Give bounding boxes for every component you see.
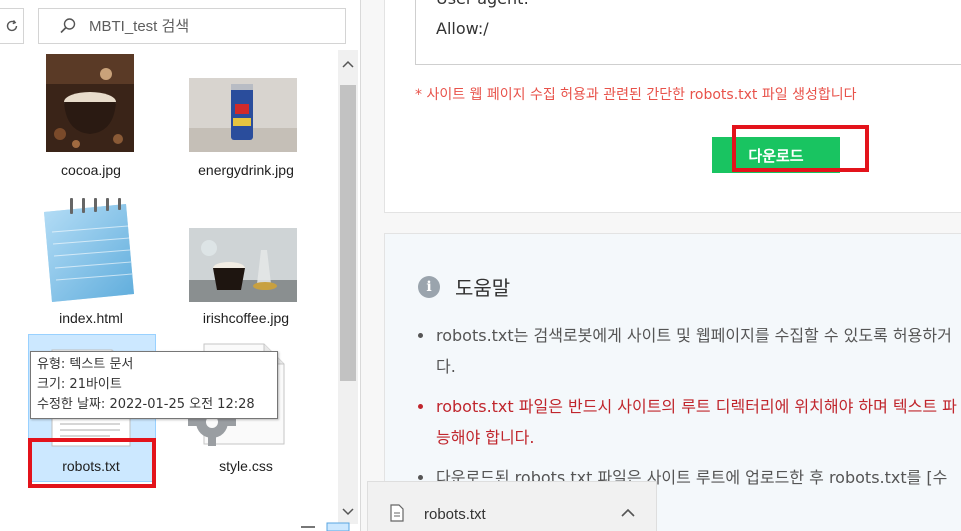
help-title: 도움말 <box>455 276 511 300</box>
view-mode-toggles <box>300 522 356 531</box>
scroll-up-button[interactable] <box>338 54 358 74</box>
help-bullet-text-cont: 능해야 합니다. <box>436 428 535 447</box>
chevron-down-icon <box>342 508 354 516</box>
chevron-up-icon <box>342 60 354 68</box>
help-bullet-text: robots.txt는 검색로봇에게 사이트 및 웹페이지를 수집할 수 있도록… <box>436 326 952 345</box>
file-icon <box>390 504 404 522</box>
large-icons-view-icon[interactable] <box>326 522 350 531</box>
help-bullet-text-cont: 다. <box>436 357 456 376</box>
annotation-highlight-robots <box>28 438 156 488</box>
coffee-photo-thumbnail <box>46 54 134 152</box>
details-view-icon[interactable] <box>300 524 318 531</box>
file-grid: cocoa.jpg energydrink.jpg index.html iri… <box>0 50 338 531</box>
notepad-icon <box>44 198 134 302</box>
irish-coffee-photo-thumbnail <box>189 228 297 302</box>
info-icon: i <box>418 276 440 298</box>
search-icon <box>60 18 76 34</box>
bullet-dot <box>418 404 423 409</box>
refresh-button[interactable] <box>0 8 24 44</box>
help-bullet-text: robots.txt 파일은 반드시 사이트의 루트 디렉터리에 위치해야 하며… <box>436 397 957 416</box>
web-page: User-agent: * Allow:/ * 사이트 웹 페이지 수집 허용과… <box>361 0 961 531</box>
file-name-label: index.html <box>59 310 123 326</box>
tooltip-modified: 수정한 날짜: 2022-01-25 오전 12:28 <box>37 397 255 412</box>
download-file-name: robots.txt <box>424 506 486 523</box>
robots-preview-box: User-agent: * Allow:/ <box>415 0 961 65</box>
download-shelf-item[interactable]: robots.txt <box>367 481 657 531</box>
file-name-label: cocoa.jpg <box>61 162 121 178</box>
bullet-dot <box>418 333 423 338</box>
screen: cocoa.jpg energydrink.jpg <box>0 0 961 531</box>
file-name-label: energydrink.jpg <box>198 162 294 178</box>
annotation-highlight-download <box>732 125 869 172</box>
search-box[interactable] <box>38 8 346 44</box>
file-info-tooltip: 유형: 텍스트 문서 크기: 21바이트 수정한 날짜: 2022-01-25 … <box>30 351 278 419</box>
code-line-user-agent: User-agent: * <box>436 0 542 14</box>
generator-card: User-agent: * Allow:/ * 사이트 웹 페이지 수집 허용과… <box>384 0 961 213</box>
chevron-up-icon[interactable] <box>620 506 636 520</box>
bullet-dot <box>418 475 423 480</box>
vertical-scrollbar[interactable] <box>338 50 358 524</box>
code-line-allow: Allow:/ <box>436 19 489 38</box>
tooltip-size: 크기: 21바이트 <box>37 377 122 392</box>
file-name-label: irishcoffee.jpg <box>202 310 290 326</box>
file-explorer-window: cocoa.jpg energydrink.jpg <box>0 0 361 531</box>
scroll-thumb[interactable] <box>340 85 356 381</box>
search-input[interactable] <box>89 17 329 35</box>
energy-drink-photo-thumbnail <box>189 78 297 152</box>
generation-notice: * 사이트 웹 페이지 수집 허용과 관련된 간단한 robots.txt 파일… <box>415 87 857 103</box>
file-name-label: style.css <box>219 458 273 474</box>
scroll-down-button[interactable] <box>338 502 358 522</box>
refresh-icon <box>6 20 17 32</box>
tooltip-type: 유형: 텍스트 문서 <box>37 357 134 372</box>
